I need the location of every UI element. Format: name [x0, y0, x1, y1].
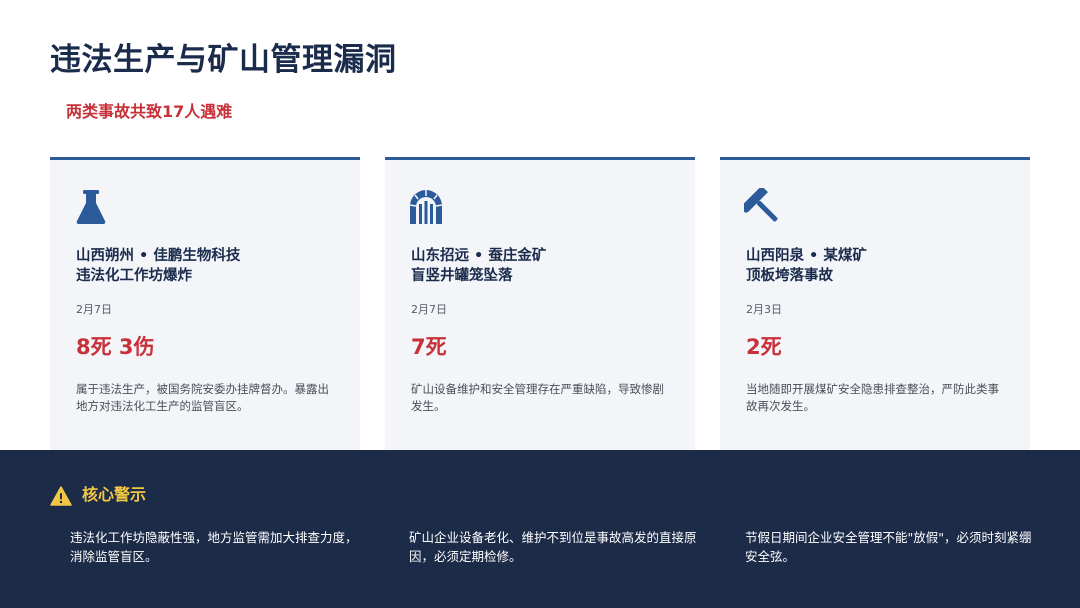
page-title: 违法生产与矿山管理漏洞 [50, 42, 397, 78]
incident-casualties: 2死 [746, 335, 782, 359]
mine-arch-icon [409, 188, 443, 226]
incident-date: 2月7日 [411, 303, 447, 316]
warning-point: 节假日期间企业安全管理不能"放假"，必须时刻紧绷安全弦。 [745, 530, 1032, 564]
page-subtitle: 两类事故共致17人遇难 [66, 102, 233, 121]
warning-point: 矿山企业设备老化、维护不到位是事故高发的直接原因，必须定期检修。 [409, 530, 697, 564]
incident-description: 当地随即开展煤矿安全隐患排查整治，严防此类事故再次发生。 [746, 382, 999, 413]
incident-description: 属于违法生产，被国务院安委办挂牌督办。暴露出地方对违法化工生产的监管盲区。 [76, 382, 329, 413]
incident-card-zhaoyuan: 山东招远 • 蚕庄金矿 盲竖井罐笼坠落 2月7日 7死 矿山设备维护和安全管理存… [385, 157, 695, 450]
incident-card-yangquan: 山西阳泉 • 某煤矿 顶板垮落事故 2月3日 2死 当地随即开展煤矿安全隐患排查… [720, 157, 1030, 450]
incident-cards: 山西朔州 • 佳鹏生物科技 违法化工作坊爆炸 2月7日 8死 3伤 属于违法生产… [50, 157, 1030, 450]
warning-point: 违法化工作坊隐蔽性强，地方监管需加大排查力度，消除监管盲区。 [70, 530, 358, 564]
incident-description: 矿山设备维护和安全管理存在严重缺陷，导致惨剧发生。 [411, 382, 664, 413]
incident-casualties: 7死 [411, 335, 447, 359]
core-warning-panel: 核心警示 违法化工作坊隐蔽性强，地方监管需加大排查力度，消除监管盲区。 矿山企业… [0, 450, 1080, 608]
incident-title: 山西朔州 • 佳鹏生物科技 违法化工作坊爆炸 [76, 248, 241, 284]
flask-icon [74, 188, 108, 226]
incident-casualties: 8死 3伤 [76, 335, 155, 359]
incident-date: 2月7日 [76, 303, 112, 316]
incident-date: 2月3日 [746, 303, 782, 316]
warning-title: 核心警示 [82, 485, 147, 504]
warning-triangle-icon [50, 486, 72, 506]
incident-title: 山西阳泉 • 某煤矿 顶板垮落事故 [746, 248, 867, 284]
incident-title: 山东招远 • 蚕庄金矿 盲竖井罐笼坠落 [411, 248, 547, 284]
hammer-icon [744, 188, 778, 226]
incident-card-shuozhou: 山西朔州 • 佳鹏生物科技 违法化工作坊爆炸 2月7日 8死 3伤 属于违法生产… [50, 157, 360, 450]
